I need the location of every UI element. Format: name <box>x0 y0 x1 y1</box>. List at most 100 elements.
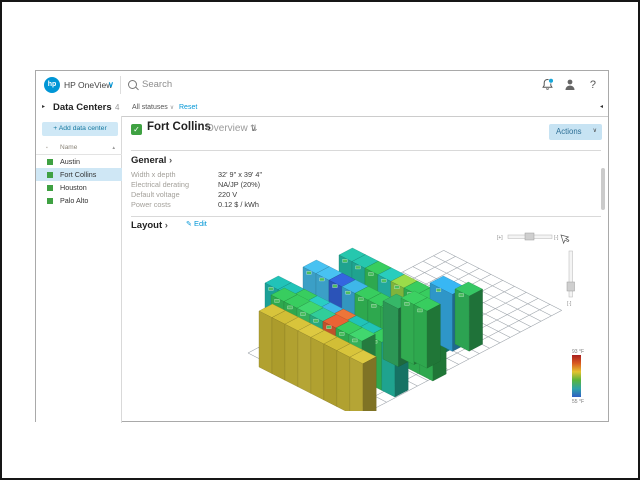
add-data-center-button[interactable]: + Add data center <box>42 122 118 136</box>
layout-section-heading[interactable]: Layout › <box>131 220 168 231</box>
status-ok-icon <box>47 172 53 178</box>
field-label: Electrical derating <box>131 180 189 189</box>
hp-logo-text: hp <box>48 81 57 88</box>
rack-label-chip <box>346 291 351 294</box>
rack-label-chip <box>333 285 338 288</box>
expand-right-icon[interactable]: ▸ <box>42 99 45 116</box>
rack-label-chip <box>269 287 274 290</box>
rack-label-chip <box>301 313 306 316</box>
view-selector[interactable]: Overview ∨ <box>206 123 256 134</box>
divider <box>131 150 601 151</box>
reset-filter-link[interactable]: Reset <box>179 99 197 116</box>
related-resources-icon[interactable]: ⇅ <box>250 123 258 134</box>
search-input[interactable]: Search <box>142 71 172 99</box>
rotate-slider-handle[interactable] <box>567 282 575 291</box>
rack-face[interactable] <box>272 318 285 381</box>
sidebar-item-houston[interactable]: Houston <box>36 181 122 194</box>
layout-3d-view[interactable]: [+] [-] [·] 93 °F 55 °F <box>236 225 596 411</box>
mouse-cursor-icon <box>561 235 569 243</box>
status-ok-icon <box>47 198 53 204</box>
brand-dropdown-icon[interactable]: ∨ <box>108 71 114 99</box>
data-center-name: Fort Collins <box>60 168 96 181</box>
rack-face[interactable] <box>455 289 469 351</box>
field-value: 32' 9" x 39' 4" <box>218 170 262 179</box>
legend-max-label: 93 °F <box>572 349 584 355</box>
rack-label-chip <box>340 332 345 335</box>
page: hp HP OneView ∨ Search ? ▸ D <box>0 0 640 480</box>
rack-label-chip <box>418 309 423 312</box>
top-bar: hp HP OneView ∨ Search ? <box>36 71 608 100</box>
scrollbar-thumb[interactable] <box>601 168 605 210</box>
sidebar-item-palo-alto[interactable]: Palo Alto <box>36 194 122 207</box>
rack-label-chip <box>369 273 374 276</box>
rack-face[interactable] <box>324 344 337 407</box>
sidebar: + Add data center ▪ Name ▲ AustinFort Co… <box>36 116 122 423</box>
rack-face[interactable] <box>469 289 482 351</box>
legend-min-label: 55 °F <box>572 399 584 405</box>
name-column-header[interactable]: Name <box>60 144 77 151</box>
status-column-icon[interactable]: ▪ <box>46 145 48 151</box>
zoom-out-label[interactable]: [-] <box>554 235 559 241</box>
field-label: Default voltage <box>131 190 180 199</box>
zoom-slider-handle[interactable] <box>525 233 534 240</box>
status-ok-checkbox: ✓ <box>131 124 142 135</box>
field-label: Width x depth <box>131 170 176 179</box>
chevron-down-icon: ∨ <box>593 124 597 140</box>
rack-label-chip <box>343 259 348 262</box>
chevron-right-icon: › <box>165 220 168 231</box>
filter-bar: ▸ Data Centers 4 All statuses ∨ Reset ◂ <box>36 99 608 117</box>
app-window: hp HP OneView ∨ Search ? ▸ D <box>35 70 609 422</box>
search-icon <box>128 80 137 89</box>
field-value: 0.12 $ / kWh <box>218 200 259 209</box>
rack-label-chip <box>359 298 364 301</box>
status-ok-icon <box>47 185 53 191</box>
help-icon[interactable]: ? <box>590 79 596 91</box>
rack-label-chip <box>356 266 361 269</box>
zoom-in-label[interactable]: [+] <box>497 235 503 241</box>
rack-face[interactable] <box>383 301 398 367</box>
pencil-icon: ✎ <box>186 221 192 228</box>
rack-face[interactable] <box>414 305 427 369</box>
general-section-heading[interactable]: General › <box>131 155 172 166</box>
rack-face[interactable] <box>285 324 298 387</box>
rack-face[interactable] <box>350 357 363 411</box>
rack-face[interactable] <box>311 337 324 400</box>
field-label: Power costs <box>131 200 171 209</box>
topbar-separator <box>120 76 121 94</box>
data-center-name: Palo Alto <box>60 194 88 207</box>
actions-button[interactable]: Actions ∨ <box>549 124 602 140</box>
rack-face[interactable] <box>337 351 350 411</box>
rack-face[interactable] <box>259 311 272 374</box>
sidebar-item-fort-collins[interactable]: Fort Collins <box>36 168 122 181</box>
rack-label-chip <box>382 279 387 282</box>
field-value: NA/JP (20%) <box>218 180 260 189</box>
sidebar-item-austin[interactable]: Austin <box>36 155 122 168</box>
collapse-left-icon[interactable]: ◂ <box>600 99 603 116</box>
rack-face[interactable] <box>298 331 311 394</box>
rack-face[interactable] <box>363 357 376 411</box>
data-center-name: Houston <box>60 181 87 194</box>
rotate-slider-end-label: [·] <box>567 301 572 307</box>
sort-asc-icon[interactable]: ▲ <box>112 145 116 150</box>
bell-icon[interactable] <box>541 78 554 97</box>
divider <box>131 216 601 217</box>
rack-label-chip <box>395 286 400 289</box>
rack-label-chip <box>405 302 410 305</box>
rack-face[interactable] <box>401 298 414 365</box>
status-ok-icon <box>47 159 53 165</box>
user-icon[interactable] <box>564 78 576 97</box>
rack-label-chip <box>327 326 332 329</box>
sidebar-table-header: ▪ Name ▲ <box>36 142 122 155</box>
chevron-right-icon: › <box>169 155 172 166</box>
rack-label-chip <box>372 304 377 307</box>
rack-label-chip <box>314 319 319 322</box>
detail-title: Fort Collins <box>147 121 211 133</box>
layout-edit-link[interactable]: ✎ Edit <box>186 219 207 228</box>
field-value: 220 V <box>218 190 237 199</box>
resource-count: 4 <box>115 99 119 116</box>
rack-face[interactable] <box>427 304 440 368</box>
status-filter-dropdown[interactable]: All statuses ∨ <box>132 99 174 116</box>
hp-logo: hp <box>44 77 60 93</box>
data-center-name: Austin <box>60 155 80 168</box>
rack-label-chip <box>288 306 293 309</box>
